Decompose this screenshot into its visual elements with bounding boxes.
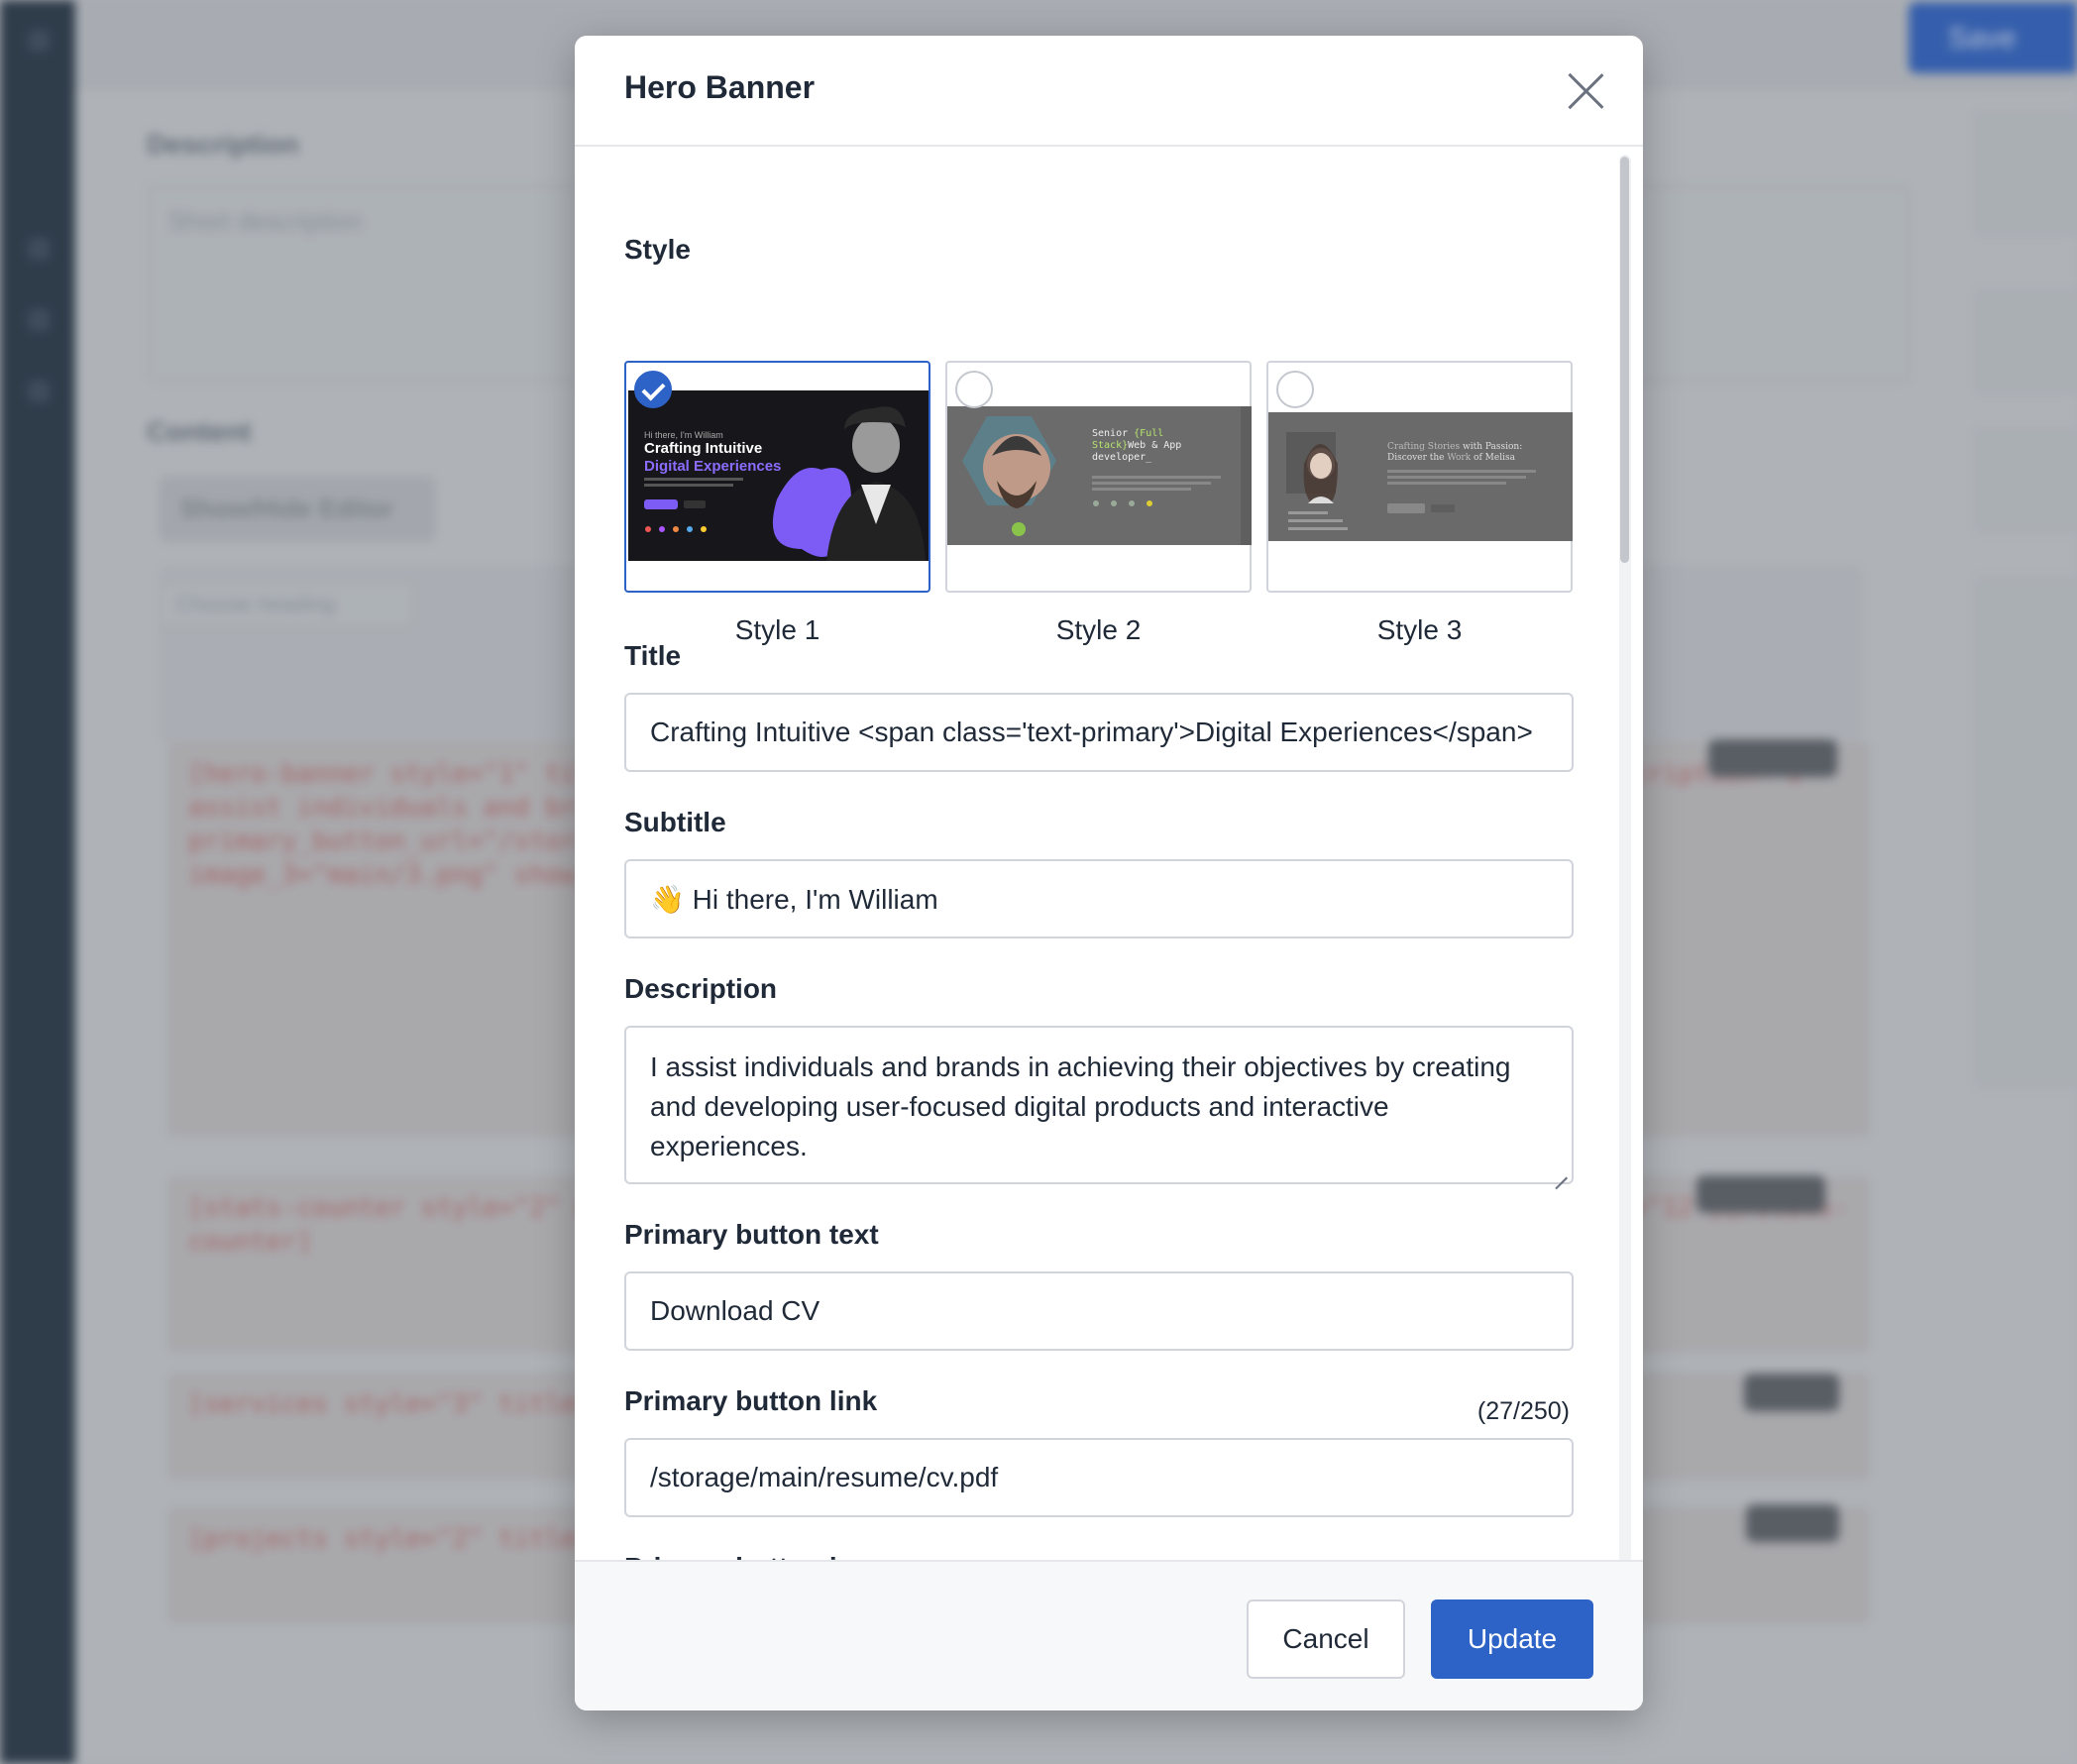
primary-button-link-input[interactable]: /storage/main/resume/cv.pdf bbox=[624, 1438, 1574, 1517]
style-option-2[interactable]: Senior {Full Stack}Web & App developer_ bbox=[945, 361, 1252, 593]
preview-accent: Stack} bbox=[1092, 440, 1129, 451]
preview-text: of Melisa bbox=[1471, 453, 1515, 463]
primary-button-text-input[interactable]: Download CV bbox=[624, 1271, 1574, 1351]
title-input[interactable]: Crafting Intuitive <span class='text-pri… bbox=[624, 693, 1574, 772]
preview-text: Web & App bbox=[1128, 440, 1182, 451]
radio-icon[interactable] bbox=[955, 371, 993, 408]
style-2-preview-image: Senior {Full Stack}Web & App developer_ bbox=[947, 406, 1252, 545]
preview-accent: {Full bbox=[1134, 428, 1164, 439]
preview-serif-headline: Crafting Stories with Passion: Discover … bbox=[1387, 442, 1522, 464]
preview-headline-1: Crafting Intuitive bbox=[644, 440, 763, 457]
modal-footer: Cancel Update bbox=[575, 1560, 1643, 1710]
radio-icon[interactable] bbox=[1276, 371, 1314, 408]
style-3-caption: Style 3 bbox=[1376, 614, 1463, 645]
primary-button-text-label: Primary button text bbox=[624, 1219, 879, 1250]
preview-text: Discover the bbox=[1387, 453, 1448, 463]
preview-text: developer_ bbox=[1092, 452, 1152, 463]
hero-banner-modal: Hero Banner Style Hi there, I'm William … bbox=[575, 36, 1643, 1710]
subtitle-input[interactable]: 👋 Hi there, I'm William bbox=[624, 859, 1574, 938]
style-label: Style bbox=[624, 234, 691, 265]
character-counter: (27/250) bbox=[1476, 1397, 1570, 1425]
check-icon[interactable] bbox=[634, 371, 672, 408]
subtitle-label: Subtitle bbox=[624, 807, 726, 837]
modal-scrollbar-thumb[interactable] bbox=[1620, 157, 1629, 563]
update-button[interactable]: Update bbox=[1431, 1599, 1593, 1679]
preview-greeting: Hi there, I'm William bbox=[644, 430, 723, 440]
description-textarea[interactable]: I assist individuals and brands in achie… bbox=[624, 1026, 1574, 1184]
modal-body[interactable]: Style Hi there, I'm William Crafting Int… bbox=[575, 149, 1643, 1594]
style-2-caption: Style 2 bbox=[1055, 614, 1142, 645]
preview-text: Work bbox=[1447, 453, 1472, 463]
style-1-preview-image: Hi there, I'm William Crafting Intuitive… bbox=[628, 390, 929, 561]
description-label: Description bbox=[624, 973, 778, 1004]
description-text: I assist individuals and brands in achie… bbox=[650, 1051, 1511, 1161]
style-3-preview-image: Crafting Stories with Passion: Discover … bbox=[1268, 412, 1573, 541]
style-option-3[interactable]: Crafting Stories with Passion: Discover … bbox=[1266, 361, 1573, 593]
primary-button-link-label: Primary button link bbox=[624, 1385, 878, 1416]
preview-text: with Passion: bbox=[1463, 442, 1523, 452]
style-option-1[interactable]: Hi there, I'm William Crafting Intuitive… bbox=[624, 361, 930, 593]
title-label: Title bbox=[624, 640, 682, 671]
close-icon[interactable] bbox=[1568, 73, 1603, 109]
modal-header: Hero Banner bbox=[575, 36, 1643, 147]
cancel-button[interactable]: Cancel bbox=[1247, 1599, 1405, 1679]
preview-text: Crafting Stories bbox=[1387, 442, 1463, 452]
preview-headline-2: Digital Experiences bbox=[644, 458, 782, 475]
preview-text: Senior bbox=[1092, 428, 1135, 439]
resize-handle-icon[interactable] bbox=[1554, 1164, 1568, 1178]
preview-code-headline: Senior {Full Stack}Web & App developer_ bbox=[1092, 428, 1181, 464]
modal-title: Hero Banner bbox=[624, 69, 816, 105]
